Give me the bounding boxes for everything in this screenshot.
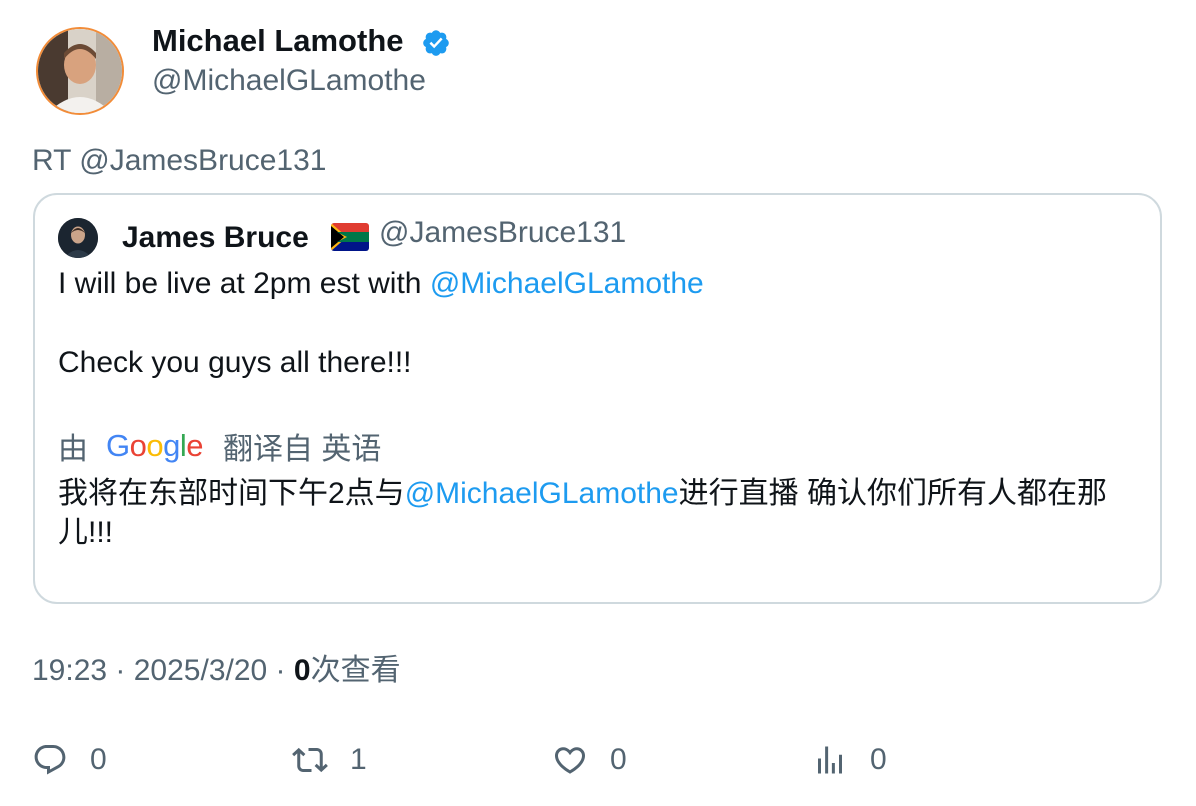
retweet-count: 1 (350, 743, 367, 776)
south-africa-flag-icon (331, 223, 369, 251)
heart-icon (554, 747, 586, 774)
views-action-count: 0 (870, 743, 887, 776)
retweet-icon (292, 747, 328, 773)
retweet-button[interactable]: 1 (292, 738, 367, 782)
author-handle[interactable]: @MichaelGLamothe (152, 62, 426, 100)
like-count: 0 (610, 743, 627, 776)
quoted-tweet-text: I will be live at 2pm est with (58, 267, 430, 300)
reply-button[interactable]: 0 (32, 738, 107, 782)
mention-link[interactable]: @MichaelGLamothe (430, 267, 704, 300)
views-count: 0 (293, 654, 311, 687)
tweet-time[interactable]: 19:23 (32, 654, 107, 687)
like-button[interactable]: 0 (552, 738, 627, 782)
views-button[interactable]: 0 (812, 738, 887, 782)
quoted-tweet-line-2: Check you guys all there!!! (58, 346, 412, 379)
tweet-date[interactable]: 2025/3/20 (134, 654, 267, 687)
author-avatar[interactable] (36, 27, 124, 115)
tweet-meta: 19:23 · 2025/3/20 · 0次查看 (32, 654, 401, 687)
google-logo: Google (106, 428, 204, 463)
reply-count: 0 (90, 743, 107, 776)
retweet-text: RT @JamesBruce131 (32, 144, 327, 177)
translation-attribution: 由 Google 翻译自 英语 (58, 426, 381, 466)
views-label: 次查看 (310, 654, 401, 687)
quoted-tweet-line-1: I will be live at 2pm est with @MichaelG… (58, 265, 704, 303)
translated-from-label: 翻译自 英语 (223, 433, 382, 466)
mention-link[interactable]: @MichaelGLamothe (405, 477, 679, 510)
translated-by-label: 由 (58, 433, 88, 466)
quoted-author-avatar[interactable] (58, 218, 98, 258)
verified-badge-icon (423, 30, 449, 56)
translated-text: 我将在东部时间下午2点与@MichaelGLamothe进行直播 确认你们所有人… (58, 477, 1107, 549)
reply-icon (34, 745, 66, 775)
quoted-author-handle[interactable]: @JamesBruce131 (379, 214, 626, 252)
quoted-author-name[interactable]: James Bruce (122, 219, 309, 257)
author-name[interactable]: Michael Lamothe (152, 22, 404, 60)
analytics-icon (818, 746, 842, 774)
